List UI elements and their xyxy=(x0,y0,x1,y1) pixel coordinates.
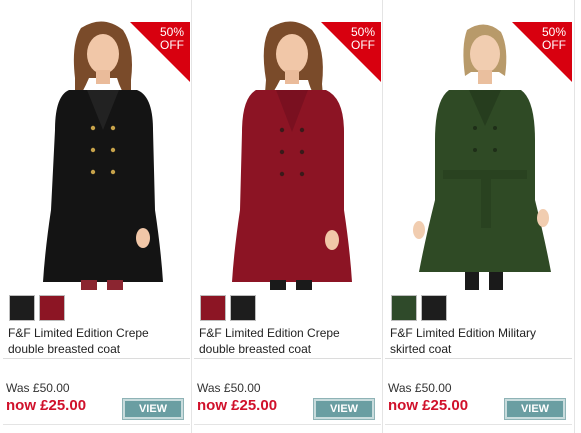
swatch-black[interactable] xyxy=(421,295,447,321)
discount-badge: 50% OFF xyxy=(321,22,381,82)
product-name[interactable]: F&F Limited Edition Crepe double breaste… xyxy=(199,325,377,357)
color-swatches xyxy=(9,295,65,321)
view-button[interactable]: VIEW xyxy=(122,398,184,420)
product-grid: 50% OFF F&F Limited Edition Crepe double… xyxy=(0,0,581,433)
product-name[interactable]: F&F Limited Edition Military skirted coa… xyxy=(390,325,568,357)
column-divider xyxy=(382,0,383,433)
discount-badge: 50% OFF xyxy=(512,22,572,82)
color-swatches xyxy=(200,295,256,321)
column-divider xyxy=(574,0,575,433)
column-divider xyxy=(191,0,192,433)
divider xyxy=(3,424,190,425)
swatch-green[interactable] xyxy=(391,295,417,321)
was-price: Was £50.00 xyxy=(388,381,452,395)
product-card: 50% OFF F&F Limited Edition Crepe double… xyxy=(194,0,381,433)
now-price: now £25.00 xyxy=(6,397,87,414)
badge-text: 50% OFF xyxy=(160,26,184,52)
discount-badge: 50% OFF xyxy=(130,22,190,82)
product-card: 50% OFF F&F Limited Edition Crepe double… xyxy=(3,0,190,433)
view-button[interactable]: VIEW xyxy=(313,398,375,420)
now-price: now £25.00 xyxy=(197,397,278,414)
product-name[interactable]: F&F Limited Edition Crepe double breaste… xyxy=(8,325,186,357)
product-card: 50% OFF F&F Limited Edition Military ski… xyxy=(385,0,572,433)
divider xyxy=(3,358,190,359)
badge-text: 50% OFF xyxy=(351,26,375,52)
view-button[interactable]: VIEW xyxy=(504,398,566,420)
swatch-black[interactable] xyxy=(9,295,35,321)
color-swatches xyxy=(391,295,447,321)
swatch-black[interactable] xyxy=(230,295,256,321)
divider xyxy=(194,424,381,425)
divider xyxy=(385,358,572,359)
was-price: Was £50.00 xyxy=(6,381,70,395)
swatch-red[interactable] xyxy=(200,295,226,321)
divider xyxy=(194,358,381,359)
was-price: Was £50.00 xyxy=(197,381,261,395)
now-price: now £25.00 xyxy=(388,397,469,414)
divider xyxy=(385,424,572,425)
swatch-red[interactable] xyxy=(39,295,65,321)
badge-text: 50% OFF xyxy=(542,26,566,52)
badge-off: OFF xyxy=(160,38,184,52)
badge-off: OFF xyxy=(542,38,566,52)
badge-off: OFF xyxy=(351,38,375,52)
